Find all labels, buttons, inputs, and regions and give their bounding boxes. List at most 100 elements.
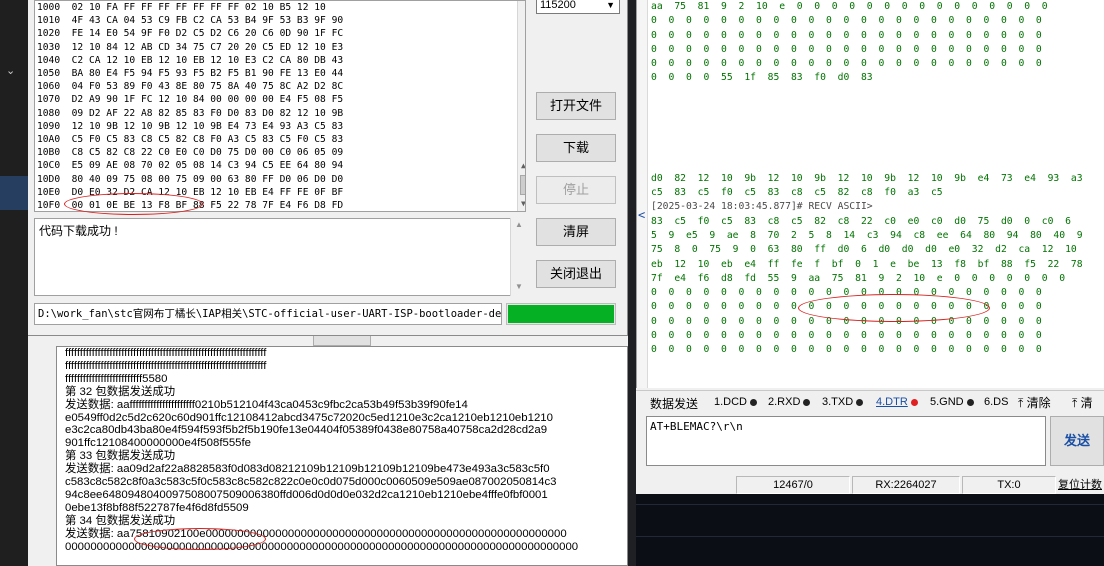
scroll-up-icon[interactable]: ▲ — [521, 161, 525, 170]
text-row: 0 0 0 0 0 0 0 0 0 0 0 0 0 0 0 0 0 0 0 0 … — [651, 15, 1042, 27]
text-row: 1020 FE 14 E0 54 9F F0 D2 C5 D2 C6 20 C6… — [37, 28, 344, 40]
text-row: c583c8c582c8f0a3c583c5f0c583c8c582c822c0… — [65, 476, 557, 489]
hex-rows: 1000 02 10 FA FF FF FF FF FF FF FF 02 10… — [35, 1, 525, 211]
signal-gnd: 5.GND — [930, 396, 974, 408]
send-button[interactable]: 发送 — [1050, 416, 1104, 466]
text-row: 0 0 0 0 55 1f 85 83 f0 d0 83 — [651, 72, 873, 84]
reset-count-button[interactable]: 复位计数 — [1058, 476, 1102, 492]
text-row: 0 0 0 0 0 0 0 0 0 0 0 0 0 0 0 0 0 0 0 0 … — [651, 287, 1042, 299]
text-row: 901ffc12108400000000e4f508f555fe — [65, 437, 252, 450]
download-success-message: 代码下载成功 ! — [39, 224, 118, 238]
text-row: 5 9 e5 9 ae 8 70 2 5 8 14 c3 94 c8 ee 64… — [651, 229, 1083, 241]
scroll-up-icon[interactable]: ▲ — [515, 220, 523, 229]
text-row: 第 34 包数据发送成功 — [65, 514, 176, 527]
scroll-down-icon[interactable]: ▼ — [521, 199, 525, 208]
text-row: 第 32 包数据发送成功 — [65, 385, 176, 398]
baud-rate-select[interactable]: 115200 ▼ — [536, 0, 620, 14]
frame-count: 12467/0 — [736, 476, 850, 494]
text-row: 0 0 0 0 0 0 0 0 0 0 0 0 0 0 0 0 0 0 0 0 … — [651, 315, 1042, 327]
text-row: ffffffffffffffffffffffffffffffffffffffff… — [65, 359, 267, 372]
text-row: 94c8ee6480948040097508007509006380ffd006… — [65, 488, 548, 501]
scroll-down-icon[interactable]: ▼ — [515, 282, 523, 291]
text-row: 0 0 0 0 0 0 0 0 0 0 0 0 0 0 0 0 0 0 0 0 … — [651, 58, 1042, 70]
baud-rate-value: 115200 — [540, 0, 576, 11]
chevron-down-icon[interactable]: ⌄ — [6, 64, 15, 77]
text-row: 0 0 0 0 0 0 0 0 0 0 0 0 0 0 0 0 0 0 0 0 … — [651, 330, 1042, 342]
panel-collapse-strip[interactable]: < — [637, 0, 648, 388]
terminal-rows-top: aa 75 81 9 2 10 e 0 0 0 0 0 0 0 0 0 0 0 … — [637, 0, 1104, 86]
text-row: 0 0 0 0 0 0 0 0 0 0 0 0 0 0 0 0 0 0 0 0 … — [651, 301, 1042, 313]
signal-dcd-label: 1.DCD — [714, 396, 748, 408]
isp-window: 1000 02 10 FA FF FF FF FF FF FF FF 02 10… — [28, 0, 628, 336]
signal-gnd-label: 5.GND — [930, 396, 964, 408]
text-row: e3c2ca80db43ba80e4f594f593f5b2f5b190fe13… — [65, 424, 548, 437]
stop-button[interactable]: 停止 — [536, 176, 616, 204]
text-row: 1070 D2 A9 90 1F FC 12 10 84 00 00 00 00… — [37, 94, 344, 106]
send-log: ffffffffffffffffffffffffffffffffffffffff… — [56, 346, 628, 566]
signal-dtr-label: 4.DTR — [876, 396, 908, 408]
text-row: 1010 4F 43 CA 04 53 C9 FB C2 CA 53 B4 9F… — [37, 15, 344, 27]
clear-label: 清除 — [1026, 396, 1051, 410]
chevron-left-icon[interactable]: < — [638, 208, 645, 222]
signal-txd: 3.TXD — [822, 396, 864, 408]
ide-selected-item — [0, 176, 28, 210]
message-box: 代码下载成功 ! — [34, 218, 526, 296]
signal-dsr-label: 6.DS — [984, 396, 1009, 408]
text-row: 10D0 80 40 09 75 08 00 75 09 00 63 80 FF… — [37, 173, 344, 185]
clear-receive-button[interactable]: ⤒ 清除 — [1018, 394, 1051, 411]
text-row: e0549ff0d2c5d2c620c60d901ffc12108412abcd… — [65, 411, 553, 424]
text-row: aa 75 81 9 2 10 e 0 0 0 0 0 0 0 0 0 0 0 … — [651, 1, 1048, 12]
terminal-rows-recv: 83 c5 f0 c5 83 c8 c5 82 c8 22 c0 e0 c0 d… — [637, 215, 1104, 358]
text-row: ffffffffffffffffffffffffff5580 — [65, 372, 168, 385]
hex-scrollbar[interactable]: ▲ ▼ — [517, 1, 525, 211]
text-row: 83 c5 f0 c5 83 c8 c5 82 c8 22 c0 e0 c0 d… — [651, 215, 1071, 227]
send-input[interactable]: AT+BLEMAC?\r\n — [646, 416, 1046, 466]
close-exit-button[interactable]: 关闭退出 — [536, 260, 616, 288]
download-progress-bar — [506, 303, 616, 325]
signal-dtr[interactable]: 4.DTR — [876, 396, 918, 408]
text-row: 75 8 0 75 9 0 63 80 ff d0 6 d0 d0 d0 e0 … — [651, 244, 1077, 256]
signal-bar: 数据发送 1.DCD 2.RXD 3.TXD 4.DTR 5.GND 6.DS … — [636, 390, 1104, 414]
text-row: 1090 12 10 9B 12 10 9B 12 10 9B E4 73 E4… — [37, 120, 344, 132]
text-row: 0 0 0 0 0 0 0 0 0 0 0 0 0 0 0 0 0 0 0 0 … — [651, 29, 1042, 41]
tab-data-send[interactable]: 数据发送 — [650, 395, 698, 412]
text-row: 0 0 0 0 0 0 0 0 0 0 0 0 0 0 0 0 0 0 0 0 … — [651, 344, 1042, 356]
text-row: 1040 C2 CA 12 10 EB 12 10 EB 12 10 E3 C2… — [37, 54, 344, 66]
download-button[interactable]: 下载 — [536, 134, 616, 162]
signal-dot — [750, 398, 758, 406]
text-row: c5 83 c5 f0 c5 83 c8 c5 82 c8 f0 a3 c5 — [651, 187, 943, 199]
text-row: eb 12 10 eb e4 ff fe f bf 0 1 e be 13 f8… — [651, 258, 1083, 270]
ide-side-strip: ⌄ — [0, 0, 28, 566]
signal-rxd-label: 2.RXD — [768, 396, 801, 408]
scroll-thumb[interactable] — [520, 175, 525, 195]
serial-receive-area: < aa 75 81 9 2 10 e 0 0 0 0 0 0 0 0 0 0 … — [636, 0, 1104, 388]
text-row: 1060 04 F0 53 89 F0 43 8E 80 75 8A 40 75… — [37, 81, 344, 93]
text-row: 1050 BA 80 E4 F5 94 F5 93 F5 B2 F5 B1 90… — [37, 68, 344, 80]
text-row: 发送数据: aa75810902100e00000000000000000000… — [65, 527, 567, 540]
progress-fill — [508, 305, 614, 323]
text-row: 10A0 C5 F0 C5 83 C8 C5 82 C8 F0 A3 C5 83… — [37, 134, 344, 146]
dropdown-arrow-icon: ▼ — [606, 0, 615, 10]
file-path-field[interactable]: D:\work_fan\stc官网布丁橘长\IAP相关\STC-official… — [34, 303, 502, 325]
hex-viewer: 1000 02 10 FA FF FF FF FF FF FF FF 02 10… — [34, 0, 526, 212]
text-row: 10B0 C8 C5 82 C8 22 C0 E0 C0 D0 75 D0 00… — [37, 147, 344, 159]
text-row: 7f e4 f6 d8 fd 55 9 aa 75 81 9 2 10 e 0 … — [651, 272, 1066, 284]
hidden-tab-stub[interactable] — [313, 336, 371, 346]
open-file-button[interactable]: 打开文件 — [536, 92, 616, 120]
text-row: 1000 02 10 FA FF FF FF FF FF FF FF 02 10… — [37, 2, 326, 13]
rx-count: RX:2264027 — [852, 476, 960, 494]
text-row: ffffffffffffffffffffffffffffffffffffffff… — [65, 347, 267, 359]
signal-dsr: 6.DS — [984, 396, 1008, 408]
status-bar: 12467/0 RX:2264027 TX:0 复位计数 — [636, 474, 1104, 494]
signal-dot — [966, 398, 974, 406]
terminal-rows-mid: d0 82 12 10 9b 12 10 9b 12 10 9b 12 10 9… — [637, 172, 1104, 201]
text-row: 第 33 包数据发送成功 — [65, 450, 176, 463]
signal-dot — [803, 398, 811, 406]
clear-send-button[interactable]: ⤒ 清 — [1072, 394, 1093, 411]
clear-screen-button[interactable]: 清屏 — [536, 218, 616, 246]
message-scrollbar[interactable]: ▲ ▼ — [510, 218, 526, 296]
tx-count: TX:0 — [962, 476, 1056, 494]
log-rows: ffffffffffffffffffffffffffffffffffffffff… — [57, 347, 627, 554]
text-row: 10C0 E5 09 AE 08 70 02 05 08 14 C3 94 C5… — [37, 160, 344, 172]
clear-icon: ⤒ — [1072, 396, 1078, 410]
